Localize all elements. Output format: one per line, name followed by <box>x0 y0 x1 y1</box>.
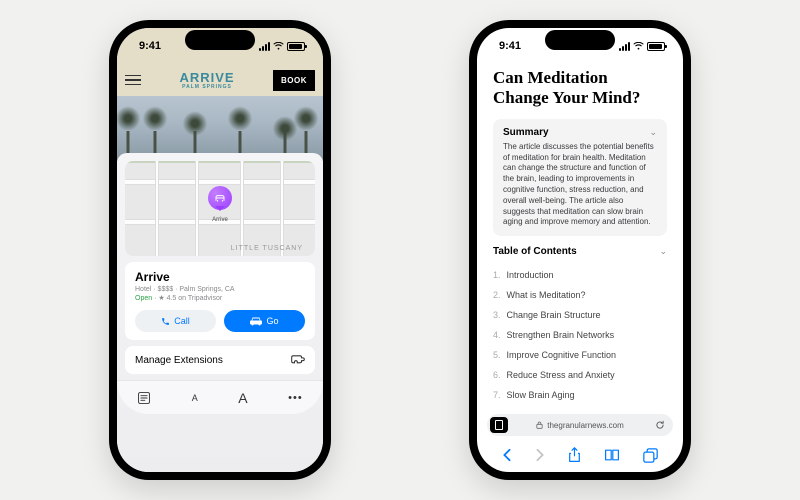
more-button[interactable]: ••• <box>288 392 303 404</box>
reload-icon[interactable] <box>655 420 665 430</box>
chevron-down-icon: ⌄ <box>659 246 667 257</box>
call-button[interactable]: Call <box>135 310 216 332</box>
brand-subtitle: PALM SPRINGS <box>179 84 234 90</box>
signal-icon <box>619 42 630 51</box>
toc-item[interactable]: 3.Change Brain Structure <box>493 305 667 325</box>
place-meta: Hotel · $$$$ · Palm Springs, CA <box>135 286 305 293</box>
place-name: Arrive <box>135 270 305 284</box>
summary-text: The article discusses the potential bene… <box>503 142 657 228</box>
toc-item[interactable]: 7.Slow Brain Aging <box>493 385 667 405</box>
text-larger-button[interactable]: A <box>238 390 247 406</box>
article-title: Can Meditation Change Your Mind? <box>493 68 667 109</box>
book-button[interactable]: BOOK <box>273 70 315 91</box>
call-label: Call <box>174 316 190 326</box>
map-pin-label: Arrive <box>212 217 228 223</box>
text-smaller-button[interactable]: A <box>192 393 198 403</box>
battery-icon <box>647 42 665 51</box>
dynamic-island <box>185 30 255 50</box>
chevron-down-icon: ⌄ <box>649 127 657 138</box>
wifi-icon <box>633 42 644 50</box>
brand-logo[interactable]: ARRIVE PALM SPRINGS <box>179 71 234 90</box>
go-label: Go <box>266 316 278 326</box>
status-time: 9:41 <box>499 40 521 52</box>
safari-toolbar <box>477 442 683 472</box>
manage-extensions-label: Manage Extensions <box>135 355 223 366</box>
car-icon <box>250 317 262 326</box>
phone-icon <box>161 317 170 326</box>
go-button[interactable]: Go <box>224 310 305 332</box>
signal-icon <box>259 42 270 51</box>
brand-title: ARRIVE <box>179 71 234 84</box>
reader-mode-icon[interactable] <box>490 417 508 433</box>
reader-view-icon[interactable] <box>137 391 151 405</box>
phone-left: 9:41 ARRIVE PALM SPRINGS BOOK <box>109 20 331 480</box>
toc-item[interactable]: 1.Introduction <box>493 265 667 285</box>
toc-item[interactable]: 2.What is Meditation? <box>493 285 667 305</box>
hamburger-menu-icon[interactable] <box>125 75 141 86</box>
toc-item[interactable]: 5.Improve Cognitive Function <box>493 345 667 365</box>
manage-extensions-row[interactable]: Manage Extensions <box>125 346 315 374</box>
safari-address-bar: thegranularnews.com <box>477 408 683 442</box>
map-area-label: LITTLE TUSCANY <box>231 245 303 252</box>
map-pin-icon[interactable] <box>208 186 232 210</box>
extension-icon <box>291 354 305 366</box>
battery-icon <box>287 42 305 51</box>
url-field[interactable]: thegranularnews.com <box>487 414 673 436</box>
rating-text: · ★ 4.5 on Tripadvisor <box>152 295 222 302</box>
lock-icon <box>536 421 543 429</box>
bookmarks-icon[interactable] <box>604 448 620 462</box>
toc-item[interactable]: 4.Strengthen Brain Networks <box>493 325 667 345</box>
place-status: Open · ★ 4.5 on Tripadvisor <box>135 294 305 302</box>
toc-heading: Table of Contents <box>493 246 577 257</box>
forward-icon[interactable] <box>535 448 545 462</box>
toc-header[interactable]: Table of Contents ⌄ <box>493 246 667 257</box>
share-icon[interactable] <box>568 447 581 463</box>
back-icon[interactable] <box>502 448 512 462</box>
map-card[interactable]: Arrive LITTLE TUSCANY <box>125 161 315 256</box>
site-header: ARRIVE PALM SPRINGS BOOK <box>117 64 323 96</box>
place-card: Arrive Hotel · $$$$ · Palm Springs, CA O… <box>125 262 315 340</box>
hero-image <box>117 96 323 161</box>
wifi-icon <box>273 42 284 50</box>
status-time: 9:41 <box>139 40 161 52</box>
toc-item[interactable]: 6.Reduce Stress and Anxiety <box>493 365 667 385</box>
bottom-sheet: Arrive LITTLE TUSCANY Arrive Hotel · $$$… <box>117 153 323 472</box>
open-label: Open <box>135 295 152 302</box>
summary-card[interactable]: Summary ⌄ The article discusses the pote… <box>493 119 667 236</box>
summary-heading: Summary <box>503 127 549 138</box>
phone-right: 9:41 Can Meditation Change Your Mind? Su… <box>469 20 691 480</box>
reader-toolbar: A A ••• <box>117 380 323 414</box>
url-text: thegranularnews.com <box>547 421 623 430</box>
toc-list: 1.Introduction 2.What is Meditation? 3.C… <box>493 265 667 405</box>
article-view: Can Meditation Change Your Mind? Summary… <box>477 64 683 408</box>
dynamic-island <box>545 30 615 50</box>
tabs-icon[interactable] <box>643 448 658 463</box>
